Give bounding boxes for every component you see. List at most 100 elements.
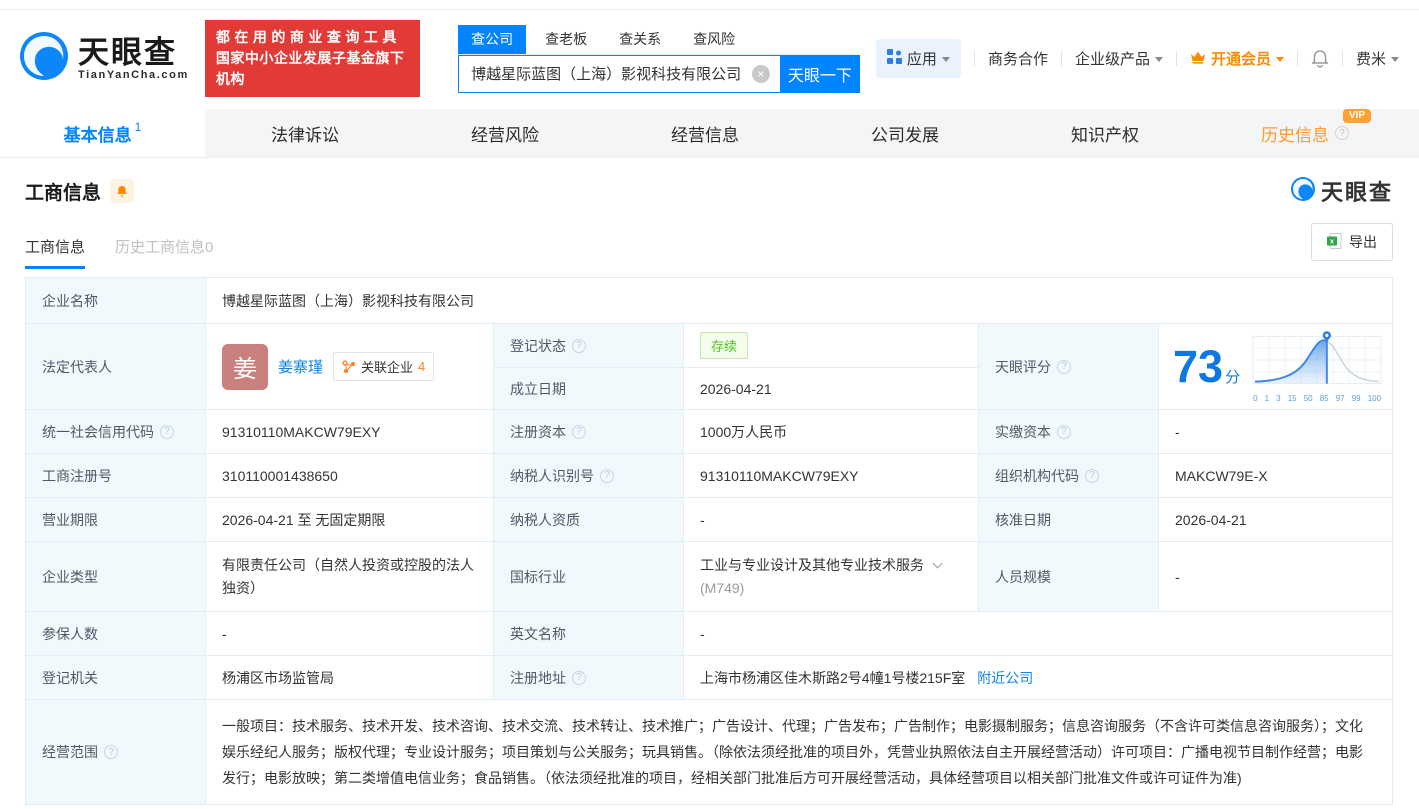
question-mark-icon[interactable]: ?: [572, 670, 586, 685]
credit-code-value: 91310110MAKCW79EXY: [206, 410, 494, 454]
paid-capital-label: 实缴资本 ?: [979, 410, 1159, 454]
search-tab-risk[interactable]: 查风险: [680, 25, 748, 54]
cooperation-menu[interactable]: 商务合作: [988, 48, 1048, 69]
username: 费米: [1355, 51, 1386, 68]
score-distribution-chart: 01 3 15 50 85 97 99 100: [1252, 330, 1382, 403]
score-label: 天眼评分 ?: [979, 324, 1159, 410]
table-row: 成立日期 2026-04-21: [494, 368, 979, 410]
vip-badge: VIP: [1342, 109, 1371, 123]
search-tab-company[interactable]: 查公司: [458, 24, 527, 54]
tab-business-info[interactable]: 经营信息: [605, 109, 805, 157]
clear-search-icon[interactable]: ×: [751, 64, 770, 83]
english-name-value: -: [684, 612, 1393, 656]
section-header: 工商信息 天眼查: [25, 175, 1393, 207]
tab-operational-risk[interactable]: 经营风险: [405, 109, 605, 157]
tab-intellectual-property[interactable]: 知识产权: [1005, 109, 1205, 157]
paid-capital-value: -: [1159, 410, 1393, 454]
tab-company-development[interactable]: 公司发展: [805, 109, 1005, 157]
vip-menu[interactable]: 开通会员: [1190, 48, 1284, 69]
question-mark-icon[interactable]: ?: [572, 424, 586, 439]
label-text: 注册资本: [510, 423, 566, 440]
chevron-down-icon[interactable]: [932, 558, 943, 569]
bell-icon: [1311, 50, 1329, 68]
question-mark-icon[interactable]: ?: [1085, 468, 1099, 483]
approval-date-label: 核准日期: [979, 498, 1159, 542]
export-button[interactable]: x 导出: [1311, 223, 1393, 261]
score-cell: 73 分 0 1 3 15 50 85 97 99 100: [1159, 324, 1393, 410]
nearby-companies-link[interactable]: 附近公司: [977, 668, 1033, 688]
search-button[interactable]: 天眼一下: [779, 54, 860, 93]
search-tab-boss[interactable]: 查老板: [532, 25, 600, 54]
menu-divider: [973, 51, 975, 66]
logo-text: 天眼查 TianYanCha.com: [78, 36, 189, 81]
score-axis-labels: 01 3 15 50 85 97 99 100: [1253, 394, 1382, 403]
tab-label: 历史信息: [1261, 125, 1329, 145]
tab-legal-proceedings[interactable]: 法律诉讼: [205, 109, 405, 157]
industry-code: (M749): [700, 579, 745, 596]
question-mark-icon[interactable]: ?: [1335, 126, 1349, 140]
relation-network-icon: [342, 359, 356, 373]
table-row: 营业期限 2026-04-21 至 无固定期限 纳税人资质 - 核准日期 202…: [26, 498, 1393, 542]
status-date-column: 登记状态 ? 存续 成立日期 2026-04-21: [494, 324, 979, 410]
watermark-text: 天眼查: [1320, 180, 1393, 205]
search-input[interactable]: [458, 54, 780, 93]
question-mark-icon[interactable]: ?: [600, 468, 614, 483]
tab-basic-info[interactable]: 基本信息 1: [0, 109, 205, 157]
est-date-label: 成立日期: [494, 368, 684, 410]
tianyancha-swirl-icon: [1290, 176, 1316, 207]
menu-divider: [1296, 51, 1298, 66]
taxpayer-quality-label: 纳税人资质: [494, 498, 684, 542]
search-tab-relation[interactable]: 查关系: [606, 25, 674, 54]
label-text: 登记状态: [510, 337, 566, 354]
org-code-label: 组织机构代码 ?: [979, 454, 1159, 498]
brand-domain: TianYanCha.com: [78, 68, 189, 81]
reg-number-label: 工商注册号: [26, 454, 206, 498]
label-text: 注册地址: [510, 669, 566, 686]
table-row: 登记机关 杨浦区市场监管局 注册地址 ? 上海市杨浦区佳木斯路2号4幢1号楼21…: [26, 656, 1393, 700]
table-row: 企业名称 博越星际蓝图（上海）影视科技有限公司: [26, 278, 1393, 324]
tab-history-info[interactable]: VIP 历史信息 ?: [1205, 109, 1405, 157]
taxpayer-quality-value: -: [684, 498, 979, 542]
question-mark-icon[interactable]: ?: [572, 338, 586, 353]
tab-label: 基本信息: [63, 125, 132, 145]
company-type-label: 企业类型: [26, 542, 206, 612]
apps-menu[interactable]: 应用: [875, 39, 961, 78]
est-date-value: 2026-04-21: [684, 368, 979, 410]
avatar[interactable]: 姜: [222, 343, 268, 390]
search-row: × 天眼一下: [458, 54, 860, 93]
scope-label: 经营范围 ?: [26, 700, 206, 805]
subscribe-bell-button[interactable]: [110, 179, 135, 203]
tianyancha-logo[interactable]: 天眼查 TianYanCha.com: [18, 30, 189, 87]
menu-divider: [1341, 51, 1343, 66]
industry-value: 工业与专业设计及其他专业技术服务: [700, 556, 924, 573]
legal-rep-name-link[interactable]: 姜寨瑾: [278, 356, 323, 377]
question-mark-icon[interactable]: ?: [1057, 424, 1071, 439]
subtab-business-info[interactable]: 工商信息: [25, 236, 86, 269]
related-companies-badge[interactable]: 关联企业 4: [333, 352, 435, 381]
table-row: 经营范围 ? 一般项目：技术服务、技术开发、技术咨询、技术交流、技术转让、技术推…: [26, 700, 1393, 805]
page-top-divider: [0, 0, 1419, 10]
question-mark-icon[interactable]: ?: [160, 424, 174, 439]
taxpayer-id-label: 纳税人识别号 ?: [494, 454, 684, 498]
table-row: 企业类型 有限责任公司（自然人投资或控股的法人独资） 国标行业 工业与专业设计及…: [26, 542, 1393, 612]
header-menu: 应用 商务合作 企业级产品 开通会员 费米: [875, 39, 1399, 78]
section-title: 工商信息: [25, 182, 102, 204]
enterprise-menu[interactable]: 企业级产品: [1075, 48, 1163, 69]
biz-term-value: 2026-04-21 至 无固定期限: [206, 498, 494, 542]
question-mark-icon[interactable]: ?: [104, 745, 118, 759]
search-tabs: 查公司 查老板 查关系 查风险: [458, 24, 860, 55]
menu-divider: [1175, 51, 1177, 66]
insured-value: -: [206, 612, 494, 656]
legal-rep-label: 法定代表人: [26, 324, 206, 410]
grid-icon: [886, 49, 902, 68]
subtab-history-business-info[interactable]: 历史工商信息0: [115, 236, 213, 269]
question-mark-icon[interactable]: ?: [1057, 359, 1071, 374]
taxpayer-id-value: 91310110MAKCW79EXY: [684, 454, 979, 498]
notifications-bell[interactable]: [1311, 49, 1329, 68]
chevron-down-icon: [1391, 56, 1399, 66]
address-value: 上海市杨浦区佳木斯路2号4幢1号楼215F室: [700, 669, 966, 686]
reg-status-label: 登记状态 ?: [494, 324, 684, 368]
authority-value: 杨浦区市场监管局: [206, 656, 494, 700]
user-menu[interactable]: 费米: [1356, 48, 1399, 69]
scope-value: 一般项目：技术服务、技术开发、技术咨询、技术交流、技术转让、技术推广；广告设计、…: [206, 700, 1393, 805]
